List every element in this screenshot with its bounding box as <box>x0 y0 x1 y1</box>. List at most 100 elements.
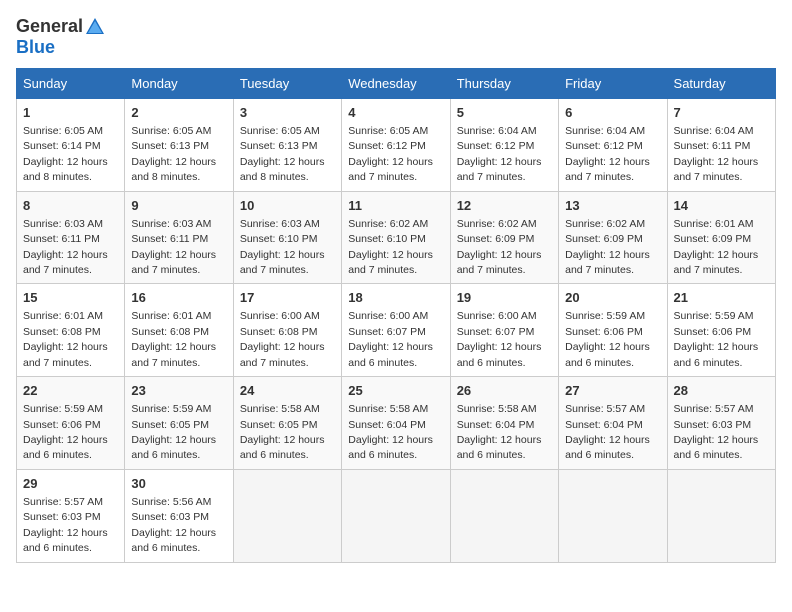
calendar-cell: 29 Sunrise: 5:57 AMSunset: 6:03 PMDayligh… <box>17 469 125 562</box>
day-info: Sunrise: 6:04 AMSunset: 6:12 PMDaylight:… <box>457 125 542 183</box>
calendar-cell: 2 Sunrise: 6:05 AMSunset: 6:13 PMDaylight… <box>125 98 233 191</box>
calendar-week-2: 15 Sunrise: 6:01 AMSunset: 6:08 PMDayligh… <box>17 284 776 377</box>
logo-blue: Blue <box>16 37 55 57</box>
day-info: Sunrise: 5:58 AMSunset: 6:05 PMDaylight:… <box>240 403 325 461</box>
calendar-cell: 10 Sunrise: 6:03 AMSunset: 6:10 PMDayligh… <box>233 191 341 284</box>
day-info: Sunrise: 6:01 AMSunset: 6:08 PMDaylight:… <box>131 310 216 368</box>
calendar-cell <box>342 469 450 562</box>
day-number: 5 <box>457 104 552 122</box>
calendar-cell: 23 Sunrise: 5:59 AMSunset: 6:05 PMDayligh… <box>125 377 233 470</box>
calendar-cell: 6 Sunrise: 6:04 AMSunset: 6:12 PMDaylight… <box>559 98 667 191</box>
day-number: 29 <box>23 475 118 493</box>
calendar-cell <box>667 469 775 562</box>
calendar-cell: 18 Sunrise: 6:00 AMSunset: 6:07 PMDayligh… <box>342 284 450 377</box>
calendar-cell: 20 Sunrise: 5:59 AMSunset: 6:06 PMDayligh… <box>559 284 667 377</box>
day-info: Sunrise: 6:02 AMSunset: 6:10 PMDaylight:… <box>348 218 433 276</box>
calendar-cell: 15Sunrise: 6:01 AMSunset: 6:08 PMDayligh… <box>17 284 125 377</box>
calendar-cell: 26 Sunrise: 5:58 AMSunset: 6:04 PMDayligh… <box>450 377 558 470</box>
calendar-cell: 17Sunrise: 6:00 AMSunset: 6:08 PMDayligh… <box>233 284 341 377</box>
calendar-cell: 22 Sunrise: 5:59 AMSunset: 6:06 PMDayligh… <box>17 377 125 470</box>
calendar-week-3: 22 Sunrise: 5:59 AMSunset: 6:06 PMDayligh… <box>17 377 776 470</box>
day-number: 6 <box>565 104 660 122</box>
page-header: GeneralBlue <box>16 16 776 58</box>
day-number: 12 <box>457 197 552 215</box>
day-info: Sunrise: 5:57 AMSunset: 6:03 PMDaylight:… <box>23 496 108 554</box>
day-info: Sunrise: 6:05 AMSunset: 6:13 PMDaylight:… <box>240 125 325 183</box>
calendar-cell: 1 Sunrise: 6:05 AMSunset: 6:14 PMDaylight… <box>17 98 125 191</box>
calendar-cell: 21 Sunrise: 5:59 AMSunset: 6:06 PMDayligh… <box>667 284 775 377</box>
day-info: Sunrise: 6:00 AMSunset: 6:07 PMDaylight:… <box>348 310 433 368</box>
day-number: 14 <box>674 197 769 215</box>
day-number: 22 <box>23 382 118 400</box>
day-number: 27 <box>565 382 660 400</box>
day-number: 24 <box>240 382 335 400</box>
day-number: 2 <box>131 104 226 122</box>
col-header-friday: Friday <box>559 68 667 98</box>
day-number: 30 <box>131 475 226 493</box>
day-number: 21 <box>674 289 769 307</box>
day-number: 15 <box>23 289 118 307</box>
day-number: 7 <box>674 104 769 122</box>
day-number: 1 <box>23 104 118 122</box>
day-number: 13 <box>565 197 660 215</box>
day-number: 17 <box>240 289 335 307</box>
calendar-cell: 30Sunrise: 5:56 AMSunset: 6:03 PMDayligh… <box>125 469 233 562</box>
day-number: 20 <box>565 289 660 307</box>
calendar-cell: 16 Sunrise: 6:01 AMSunset: 6:08 PMDayligh… <box>125 284 233 377</box>
logo: GeneralBlue <box>16 16 107 58</box>
col-header-wednesday: Wednesday <box>342 68 450 98</box>
day-info: Sunrise: 6:05 AMSunset: 6:12 PMDaylight:… <box>348 125 433 183</box>
calendar-cell: 12 Sunrise: 6:02 AMSunset: 6:09 PMDayligh… <box>450 191 558 284</box>
calendar-cell: 14 Sunrise: 6:01 AMSunset: 6:09 PMDayligh… <box>667 191 775 284</box>
calendar-cell: 28 Sunrise: 5:57 AMSunset: 6:03 PMDayligh… <box>667 377 775 470</box>
day-info: Sunrise: 6:01 AMSunset: 6:09 PMDaylight:… <box>674 218 759 276</box>
col-header-saturday: Saturday <box>667 68 775 98</box>
day-info: Sunrise: 5:59 AMSunset: 6:06 PMDaylight:… <box>674 310 759 368</box>
day-info: Sunrise: 5:58 AMSunset: 6:04 PMDaylight:… <box>348 403 433 461</box>
col-header-sunday: Sunday <box>17 68 125 98</box>
header-row: SundayMondayTuesdayWednesdayThursdayFrid… <box>17 68 776 98</box>
day-info: Sunrise: 5:59 AMSunset: 6:06 PMDaylight:… <box>23 403 108 461</box>
day-number: 18 <box>348 289 443 307</box>
day-info: Sunrise: 5:59 AMSunset: 6:06 PMDaylight:… <box>565 310 650 368</box>
day-info: Sunrise: 5:57 AMSunset: 6:03 PMDaylight:… <box>674 403 759 461</box>
day-number: 9 <box>131 197 226 215</box>
day-number: 10 <box>240 197 335 215</box>
col-header-monday: Monday <box>125 68 233 98</box>
calendar-table: SundayMondayTuesdayWednesdayThursdayFrid… <box>16 68 776 563</box>
day-info: Sunrise: 6:05 AMSunset: 6:14 PMDaylight:… <box>23 125 108 183</box>
day-info: Sunrise: 5:59 AMSunset: 6:05 PMDaylight:… <box>131 403 216 461</box>
day-info: Sunrise: 6:00 AMSunset: 6:07 PMDaylight:… <box>457 310 542 368</box>
day-number: 28 <box>674 382 769 400</box>
day-info: Sunrise: 5:57 AMSunset: 6:04 PMDaylight:… <box>565 403 650 461</box>
day-number: 16 <box>131 289 226 307</box>
calendar-cell: 19Sunrise: 6:00 AMSunset: 6:07 PMDayligh… <box>450 284 558 377</box>
day-info: Sunrise: 6:02 AMSunset: 6:09 PMDaylight:… <box>457 218 542 276</box>
calendar-cell: 8 Sunrise: 6:03 AMSunset: 6:11 PMDaylight… <box>17 191 125 284</box>
calendar-week-4: 29 Sunrise: 5:57 AMSunset: 6:03 PMDayligh… <box>17 469 776 562</box>
calendar-cell <box>450 469 558 562</box>
day-number: 23 <box>131 382 226 400</box>
day-info: Sunrise: 6:03 AMSunset: 6:10 PMDaylight:… <box>240 218 325 276</box>
day-info: Sunrise: 5:58 AMSunset: 6:04 PMDaylight:… <box>457 403 542 461</box>
calendar-cell: 5 Sunrise: 6:04 AMSunset: 6:12 PMDaylight… <box>450 98 558 191</box>
day-info: Sunrise: 6:02 AMSunset: 6:09 PMDaylight:… <box>565 218 650 276</box>
calendar-cell: 9 Sunrise: 6:03 AMSunset: 6:11 PMDaylight… <box>125 191 233 284</box>
day-number: 8 <box>23 197 118 215</box>
day-number: 25 <box>348 382 443 400</box>
day-info: Sunrise: 6:04 AMSunset: 6:11 PMDaylight:… <box>674 125 759 183</box>
col-header-tuesday: Tuesday <box>233 68 341 98</box>
day-info: Sunrise: 6:05 AMSunset: 6:13 PMDaylight:… <box>131 125 216 183</box>
calendar-cell: 7 Sunrise: 6:04 AMSunset: 6:11 PMDaylight… <box>667 98 775 191</box>
day-number: 11 <box>348 197 443 215</box>
calendar-cell <box>233 469 341 562</box>
calendar-cell: 27 Sunrise: 5:57 AMSunset: 6:04 PMDayligh… <box>559 377 667 470</box>
calendar-cell: 4Sunrise: 6:05 AMSunset: 6:12 PMDaylight… <box>342 98 450 191</box>
calendar-cell: 24 Sunrise: 5:58 AMSunset: 6:05 PMDayligh… <box>233 377 341 470</box>
day-number: 26 <box>457 382 552 400</box>
day-number: 3 <box>240 104 335 122</box>
day-info: Sunrise: 6:03 AMSunset: 6:11 PMDaylight:… <box>23 218 108 276</box>
day-info: Sunrise: 6:04 AMSunset: 6:12 PMDaylight:… <box>565 125 650 183</box>
day-info: Sunrise: 6:03 AMSunset: 6:11 PMDaylight:… <box>131 218 216 276</box>
calendar-cell: 25 Sunrise: 5:58 AMSunset: 6:04 PMDayligh… <box>342 377 450 470</box>
